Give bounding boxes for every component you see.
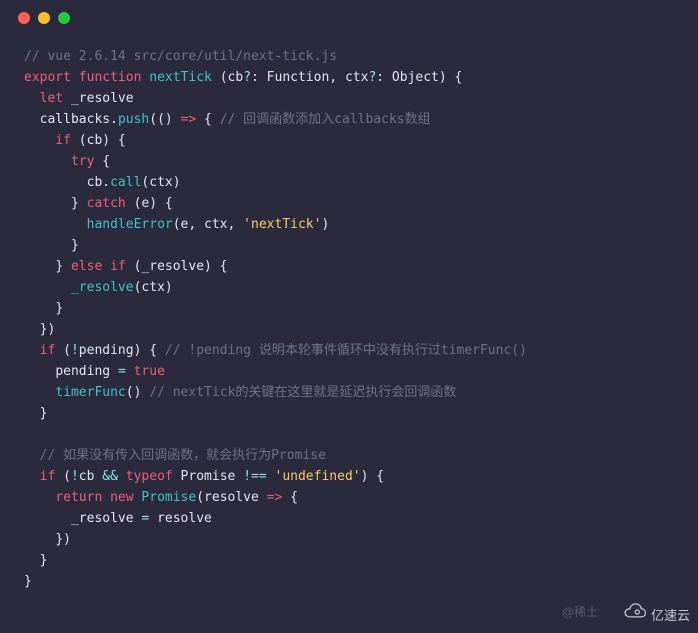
watermark-text: 亿速云 <box>651 605 690 626</box>
kw-if: if <box>55 133 71 148</box>
comment-line: // nextTick的关键在这里就是延迟执行会回调函数 <box>149 385 456 400</box>
comment-line: // !pending 说明本轮事件循环中没有执行过timerFunc() <box>165 343 527 358</box>
kw-if: if <box>40 469 56 484</box>
close-icon[interactable] <box>18 12 30 24</box>
fn-name: nextTick <box>149 70 212 85</box>
kw-export: export <box>24 70 71 85</box>
watermark-yisu: 亿速云 <box>621 602 690 628</box>
comment-line: // vue 2.6.14 src/core/util/next-tick.js <box>24 49 337 64</box>
comment-line: // 如果没有传入回调函数，就会执行为Promise <box>40 448 326 463</box>
cloud-icon <box>621 602 647 628</box>
maximize-icon[interactable] <box>58 12 70 24</box>
minimize-icon[interactable] <box>38 12 50 24</box>
kw-if: if <box>40 343 56 358</box>
window-titlebar <box>0 0 698 36</box>
kw-function: function <box>79 70 142 85</box>
kw-return: return <box>55 490 102 505</box>
kw-let: let <box>40 91 63 106</box>
kw-try: try <box>71 154 94 169</box>
kw-new: new <box>102 490 133 505</box>
code-window: // vue 2.6.14 src/core/util/next-tick.js… <box>0 0 698 633</box>
code-block: // vue 2.6.14 src/core/util/next-tick.js… <box>0 36 698 602</box>
kw-catch: catch <box>87 196 126 211</box>
comment-line: // 回调函数添加入callbacks数组 <box>220 112 431 127</box>
watermark-juejin: @稀土 <box>562 602 598 623</box>
kw-else: else <box>71 259 102 274</box>
